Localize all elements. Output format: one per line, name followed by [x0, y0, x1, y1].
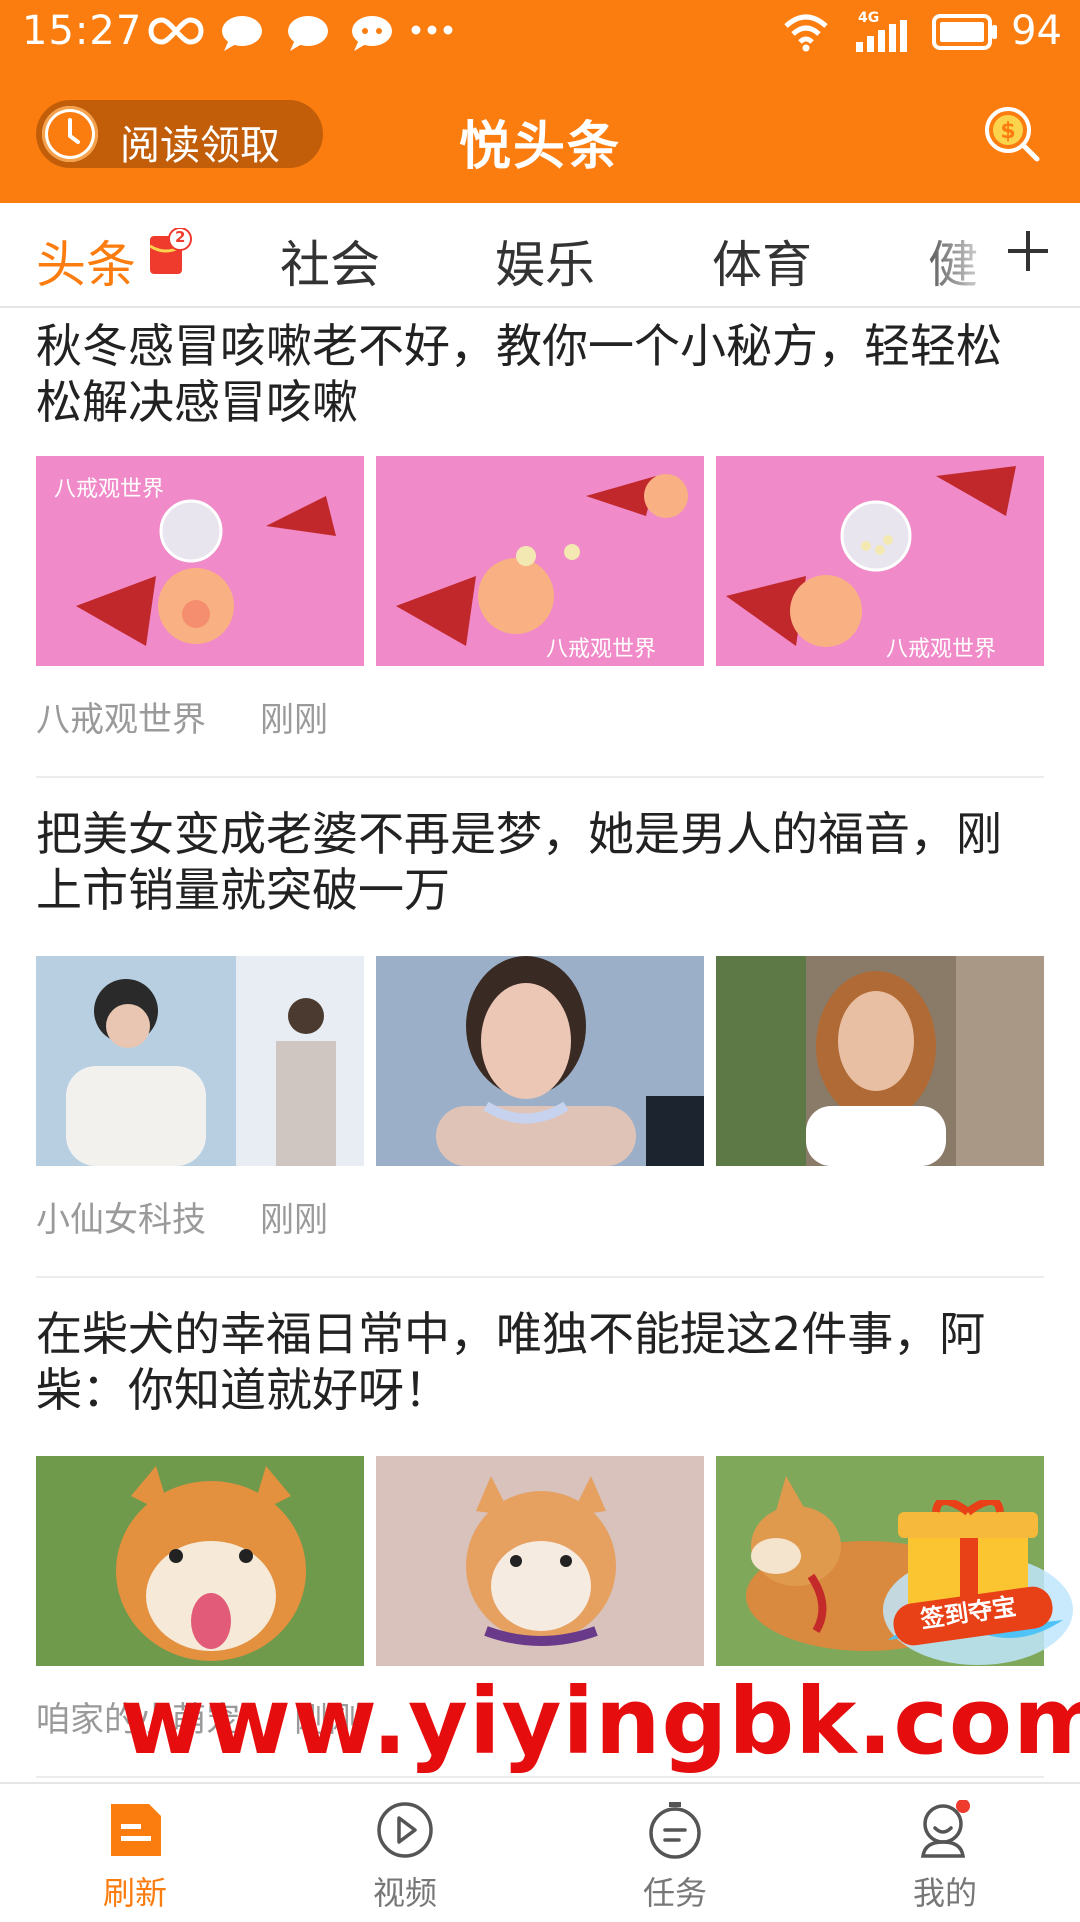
bottom-navigation: 刷新 视频 任务 我的 [0, 1782, 1080, 1922]
svg-text:$: $ [1000, 119, 1015, 144]
nav-tasks-label: 任务 [642, 1874, 707, 1912]
article-images [36, 956, 1044, 1166]
nav-refresh[interactable]: 刷新 [0, 1784, 270, 1922]
battery-icon [932, 14, 997, 50]
nav-tasks[interactable]: 任务 [540, 1784, 810, 1922]
thumb-caption: 八戒观世界 [886, 637, 996, 662]
nav-profile-label: 我的 [912, 1874, 977, 1912]
more-dots-icon [411, 25, 453, 35]
article-source: 小仙女科技 [36, 1200, 206, 1240]
article-image [376, 1456, 704, 1666]
article-title: 秋冬感冒咳嗽老不好，教你一个小秘方，轻轻松松解决感冒咳嗽 [36, 319, 1002, 429]
title-bar: 阅读领取 悦头条 $ [0, 64, 1080, 203]
tab-sports[interactable]: 体育 [712, 225, 812, 297]
app-header: 15:27 4G 94 阅读领取 悦头条 $ [0, 0, 1080, 203]
profile-icon [920, 1800, 970, 1858]
chat-bubble-icon [288, 16, 328, 51]
tab-fade-overlay [910, 203, 1000, 304]
article-title: 在柴犬的幸福日常中，唯独不能提这2件事，阿柴：你知道就好呀！ [36, 1307, 986, 1417]
add-channel-icon[interactable] [1006, 229, 1050, 273]
article-image [36, 956, 364, 1166]
wifi-icon [784, 14, 828, 52]
page-title: 悦头条 [458, 117, 621, 177]
red-envelope-icon [150, 228, 192, 274]
article-image: 八戒观世界 [376, 456, 704, 666]
tab-entertainment[interactable]: 娱乐 [495, 225, 595, 297]
article-time: 刚刚 [260, 1200, 328, 1240]
article-source: 八戒观世界 [36, 700, 206, 740]
refresh-doc-icon [111, 1804, 161, 1856]
channel-tabs: 头条 2 社会 娱乐 体育 健 [0, 203, 1080, 308]
article-image [36, 1456, 364, 1666]
article-image [716, 956, 1044, 1166]
divider [36, 1776, 1044, 1778]
thumb-caption: 八戒观世界 [546, 637, 656, 662]
dollar-coin-search-icon[interactable]: $ [982, 104, 1042, 164]
gift-box-icon [883, 1497, 1073, 1665]
message-app-icon [352, 16, 392, 51]
nav-refresh-label: 刷新 [102, 1874, 167, 1912]
status-bar: 15:27 4G 94 [0, 0, 1080, 64]
task-timer-icon [649, 1802, 701, 1859]
tab-society[interactable]: 社会 [280, 225, 380, 297]
battery-percent: 94 [1011, 8, 1062, 54]
article-image [376, 956, 704, 1166]
article-time: 刚刚 [260, 700, 328, 740]
infinity-icon [148, 17, 204, 45]
notification-dot [956, 1800, 970, 1813]
thumb-caption: 八戒观世界 [54, 477, 164, 502]
checkin-treasure-button[interactable]: 签到夺宝 [868, 1497, 1078, 1670]
signal-icon [856, 20, 907, 52]
article-image: 八戒观世界 [36, 456, 364, 666]
chat-bubble-icon [222, 16, 262, 51]
watermark-text: www.yiyingbk.com [120, 1668, 1080, 1775]
nav-video[interactable]: 视频 [270, 1784, 540, 1922]
tab-headlines[interactable]: 头条 [36, 225, 136, 297]
divider [36, 1276, 1044, 1278]
nav-video-label: 视频 [372, 1874, 437, 1912]
tab-badge-count: 2 [175, 228, 186, 246]
nav-profile[interactable]: 我的 [810, 1784, 1080, 1922]
divider [36, 776, 1044, 778]
article-image: 八戒观世界 [716, 456, 1044, 666]
article-images: 八戒观世界 八戒观世界 八戒观世界 [36, 456, 1044, 666]
play-circle-icon [377, 1802, 433, 1858]
article-title: 把美女变成老婆不再是梦，她是男人的福音，刚上市销量就突破一万 [36, 807, 1002, 917]
article-meta: 小仙女科技 刚刚 [36, 1192, 328, 1241]
article-meta: 八戒观世界 刚刚 [36, 692, 328, 741]
status-time: 15:27 [22, 8, 143, 54]
